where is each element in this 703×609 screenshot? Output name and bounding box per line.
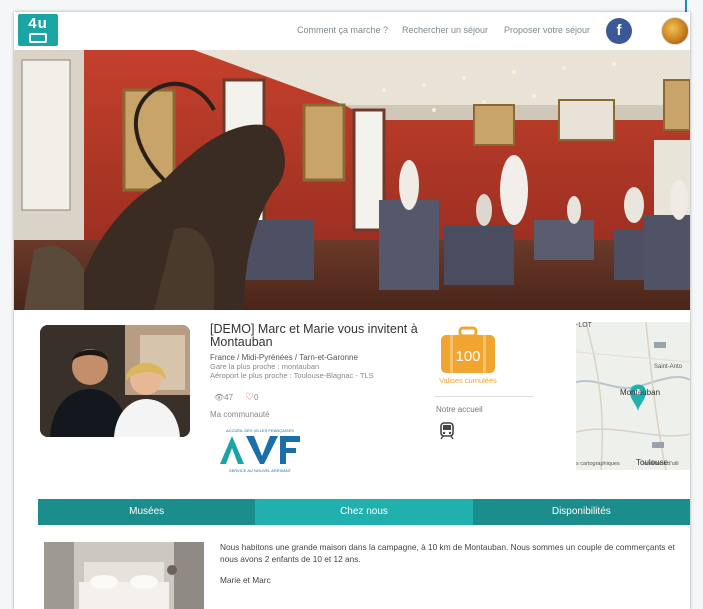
accueil-label: Notre accueil — [436, 405, 483, 414]
location-path: France / Midi-Pyrénées / Tarn-et-Garonne — [210, 353, 358, 362]
tab-disponibilites[interactable]: Disponibilités — [472, 499, 690, 525]
host-photo — [40, 325, 190, 437]
tab-chez-nous[interactable]: Chez nous — [255, 499, 473, 525]
page-frame: 4u Comment ça marche ? Rechercher un séj… — [14, 12, 690, 609]
nearest-station: Gare la plus proche : montauban — [210, 362, 320, 371]
views-count: 👁47 — [214, 393, 233, 402]
bedroom-image — [44, 542, 204, 609]
likes-value: 0 — [254, 393, 259, 402]
nav-how-it-works[interactable]: Comment ça marche ? — [297, 25, 388, 35]
host-signature: Marie et Marc — [220, 575, 271, 585]
suitcase-logo-icon — [29, 33, 47, 43]
listing-title: [DEMO] Marc et Marie vous invitent à Mon… — [210, 322, 418, 349]
hero-museum-photo — [14, 50, 690, 310]
map-label-saint-anto: Saint-Anto — [654, 364, 683, 370]
nav-offer-stay[interactable]: Proposer votre séjour — [504, 25, 590, 35]
train-icon — [440, 422, 454, 440]
home-description: Nous habitons une grande maison dans la … — [220, 542, 675, 564]
heart-icon[interactable]: ♡ — [245, 392, 254, 403]
bedroom-photo — [44, 542, 204, 609]
suitcase-count: 100 — [455, 348, 481, 365]
listing-stats: 👁47 ♡0 — [214, 392, 258, 403]
map-label-lot: -LOT — [576, 322, 592, 329]
map-terms-link[interactable]: Conditions d'util — [640, 461, 679, 467]
tab-musees[interactable]: Musées — [38, 499, 256, 525]
community-label: Ma communauté — [210, 410, 270, 419]
content-tabs: Musées Chez nous Disponibilités — [38, 499, 690, 525]
user-avatar[interactable] — [661, 17, 689, 45]
nav-search-stay[interactable]: Rechercher un séjour — [402, 25, 488, 35]
facebook-icon[interactable]: f — [606, 18, 632, 44]
views-value: 47 — [224, 393, 234, 402]
eye-icon: 👁 — [214, 393, 225, 402]
location-map[interactable]: -LOT Saint-Anto Montauban Toulouse s car… — [576, 322, 690, 470]
map-label-montauban: Montauban — [620, 388, 661, 397]
avf-tagline-top: ACCUEIL DES VILLES FRANÇAISES — [226, 428, 294, 433]
map-attribution[interactable]: s cartographiques — [576, 461, 620, 467]
couple-portrait-image — [40, 325, 190, 437]
site-logo[interactable]: 4u — [18, 14, 58, 46]
likes-count[interactable]: ♡0 — [245, 392, 258, 403]
museum-gallery-image — [14, 50, 690, 310]
top-header: 4u Comment ça marche ? Rechercher un séj… — [14, 12, 690, 50]
divider — [434, 396, 534, 397]
suitcase-label: Valises cumulées — [439, 376, 497, 385]
avf-tagline-bottom: SERVICE AU NOUVEL ARRIVANT — [229, 468, 292, 473]
avf-logo[interactable]: ACCUEIL DES VILLES FRANÇAISES SERVICE AU… — [212, 426, 308, 474]
logo-text: 4u — [28, 15, 48, 32]
nearest-airport: Aéroport le plus proche : Toulouse-Blagn… — [210, 371, 374, 380]
